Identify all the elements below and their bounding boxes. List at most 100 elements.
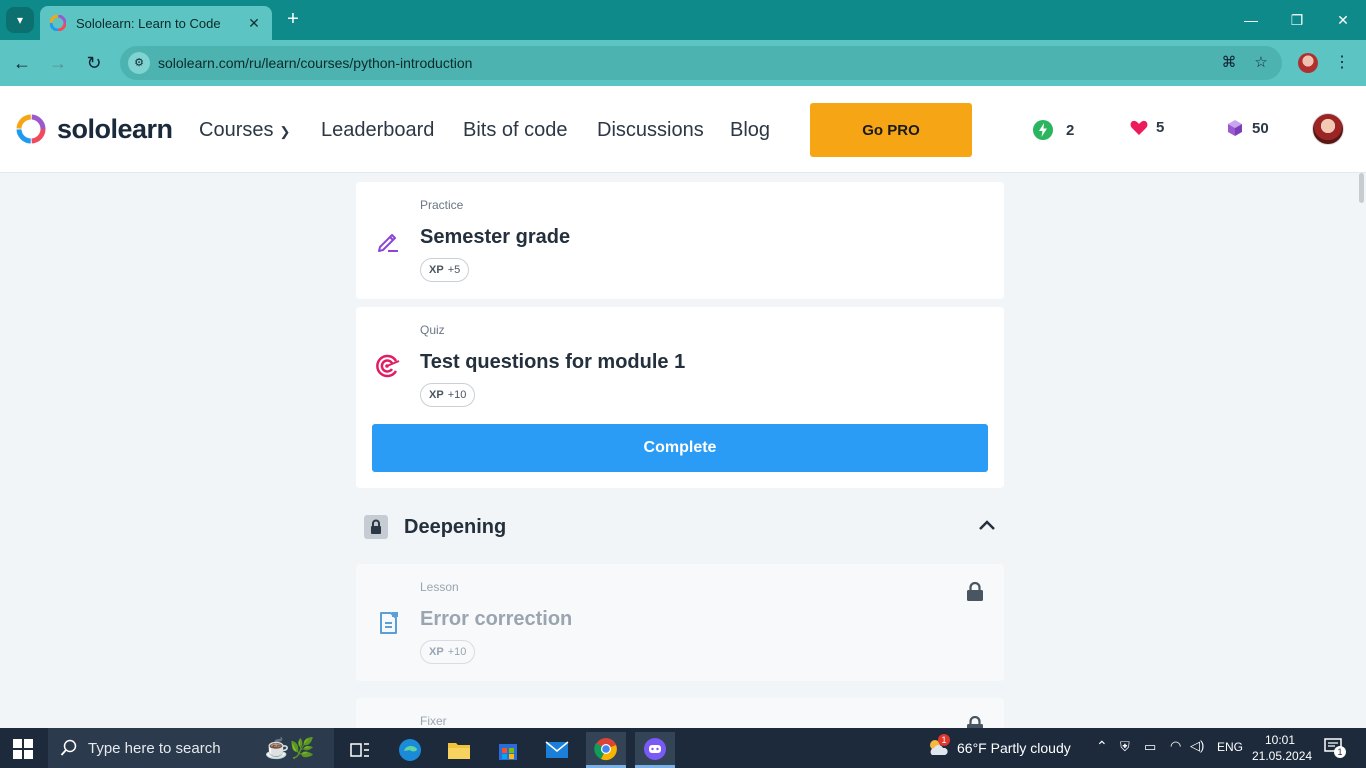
tab-title: Sololearn: Learn to Code: [76, 15, 221, 31]
wifi-icon[interactable]: ◠: [1170, 738, 1181, 754]
lesson-card-fixer[interactable]: Fixer: [356, 698, 1004, 728]
section-title: Deepening: [404, 516, 507, 538]
sololearn-favicon-icon: [50, 15, 66, 31]
clock-date: 21.05.2024: [1252, 749, 1313, 763]
translate-icon[interactable]: ⌘: [1218, 52, 1240, 74]
xp-value: +10: [447, 389, 467, 401]
xp-label: XP: [429, 389, 444, 401]
browser-tab[interactable]: Sololearn: Learn to Code ✕: [40, 6, 272, 40]
site-header: sololearn Courses ❯ Leaderboard Bits of c…: [0, 86, 1366, 173]
nav-blog[interactable]: Blog: [730, 119, 770, 142]
lock-icon: [967, 582, 983, 601]
lock-icon: [967, 716, 983, 728]
tea-cup-decoration-icon: ☕🌿: [264, 737, 315, 760]
restore-icon[interactable]: ❐: [1274, 8, 1320, 32]
heart-icon: [1130, 120, 1148, 135]
tray-chevron-up-icon[interactable]: ⌃: [1096, 738, 1108, 755]
page-scrollbar[interactable]: [1357, 173, 1366, 728]
card-type-label: Lesson: [420, 580, 459, 594]
nav-leaderboard[interactable]: Leaderboard: [321, 119, 434, 142]
chevron-up-icon[interactable]: [976, 515, 998, 537]
module-section-header[interactable]: Deepening: [356, 505, 1004, 547]
minimize-icon[interactable]: —: [1228, 8, 1274, 32]
hearts-count: 5: [1156, 119, 1165, 136]
taskbar-search-box[interactable]: Type here to search ☕🌿: [48, 728, 334, 768]
new-tab-icon[interactable]: +: [282, 8, 304, 30]
mail-icon[interactable]: [537, 732, 577, 768]
volume-icon[interactable]: ◁): [1190, 738, 1204, 754]
microsoft-store-icon[interactable]: [488, 732, 528, 768]
sololearn-logo[interactable]: sololearn: [15, 113, 173, 145]
xp-label: XP: [429, 264, 444, 276]
browser-profile-avatar[interactable]: [1298, 53, 1318, 73]
lesson-doc-icon: [380, 612, 398, 634]
kebab-menu-icon[interactable]: ⋮: [1334, 51, 1350, 75]
bits-count: 50: [1252, 119, 1269, 137]
xp-value: +5: [447, 264, 461, 276]
windows-taskbar: Type here to search ☕🌿 1 66°F Partly clo…: [0, 728, 1366, 768]
chrome-icon[interactable]: [586, 732, 626, 768]
weather-badge: 1: [938, 734, 950, 746]
address-bar: ← → ↻ ⚙ sololearn.com/ru/learn/courses/p…: [0, 40, 1366, 86]
weather-text[interactable]: 66°F Partly cloudy: [957, 740, 1071, 756]
xp-badge: XP +10: [420, 640, 476, 664]
omnibox[interactable]: ⚙ sololearn.com/ru/learn/courses/python-…: [120, 46, 1282, 80]
reload-icon[interactable]: ↻: [82, 51, 106, 75]
security-shield-icon[interactable]: ⛨: [1120, 739, 1130, 755]
xp-badge: XP +10: [420, 383, 476, 407]
user-avatar[interactable]: [1312, 113, 1344, 145]
url-text[interactable]: sololearn.com/ru/learn/courses/python-in…: [158, 55, 1218, 71]
xp-value: +10: [447, 646, 467, 658]
nav-discussions[interactable]: Discussions: [597, 119, 704, 142]
practice-pencil-icon: [378, 234, 398, 252]
clock-time: 10:01: [1264, 733, 1296, 747]
card-type-label: Practice: [420, 198, 464, 212]
complete-button[interactable]: Complete: [372, 424, 988, 472]
card-title: Test questions for module 1: [420, 351, 686, 373]
card-type-label: Quiz: [420, 323, 445, 337]
weather-cloud-icon[interactable]: 1: [926, 734, 950, 758]
chevron-down-icon: ❯: [279, 124, 291, 139]
site-info-icon[interactable]: ⚙: [128, 52, 150, 74]
task-view-icon[interactable]: [340, 732, 380, 768]
nav-courses[interactable]: Courses ❯: [199, 119, 290, 142]
file-explorer-icon[interactable]: [439, 732, 479, 768]
system-clock[interactable]: 10:01 21.05.2024: [1252, 732, 1313, 764]
card-title: Semester grade: [420, 226, 571, 248]
streak-counter[interactable]: 2: [1032, 119, 1074, 141]
bits-counter[interactable]: 50: [1226, 119, 1269, 137]
lesson-card-lesson[interactable]: Lesson Error correction XP +10: [356, 564, 1004, 681]
close-tab-icon[interactable]: ✕: [246, 15, 262, 32]
forward-arrow-icon[interactable]: →: [46, 51, 70, 75]
nav-courses-label: Courses: [199, 119, 274, 141]
notification-count: 1: [1334, 746, 1346, 758]
language-indicator[interactable]: ENG: [1217, 740, 1243, 754]
notification-center-icon[interactable]: 1: [1324, 738, 1346, 760]
search-placeholder: Type here to search: [88, 739, 221, 757]
lesson-card-quiz[interactable]: Quiz Test questions for module 1 XP +10 C…: [356, 307, 1004, 488]
bits-cube-icon: [1228, 120, 1242, 136]
back-arrow-icon[interactable]: ←: [10, 51, 34, 75]
sololearn-logo-icon: [16, 114, 46, 144]
discord-app-icon[interactable]: [635, 732, 675, 768]
battery-icon[interactable]: ▭: [1144, 739, 1156, 755]
streak-count: 2: [1066, 121, 1075, 139]
quiz-target-icon: [376, 354, 400, 378]
edge-browser-icon[interactable]: [390, 732, 430, 768]
windows-start-icon[interactable]: [12, 738, 34, 760]
logo-wordmark: sololearn: [57, 113, 173, 144]
bookmark-star-icon[interactable]: ☆: [1250, 52, 1272, 74]
nav-bits-of-code[interactable]: Bits of code: [463, 119, 568, 142]
go-pro-button[interactable]: Go PRO: [810, 103, 972, 157]
tab-search-chevron-icon[interactable]: ▾: [6, 7, 34, 33]
hearts-counter[interactable]: 5: [1130, 119, 1164, 136]
lightning-icon: [1033, 120, 1053, 140]
card-type-label: Fixer: [420, 714, 447, 728]
scroll-thumb[interactable]: [1359, 173, 1364, 203]
xp-label: XP: [429, 646, 444, 658]
browser-tab-bar: ▾ Sololearn: Learn to Code ✕ + — ❐ ✕: [0, 0, 1366, 40]
close-window-icon[interactable]: ✕: [1320, 8, 1366, 32]
lesson-card-practice[interactable]: Practice Semester grade XP +5: [356, 182, 1004, 299]
section-lock-icon: [364, 515, 388, 539]
xp-badge: XP +5: [420, 258, 470, 282]
